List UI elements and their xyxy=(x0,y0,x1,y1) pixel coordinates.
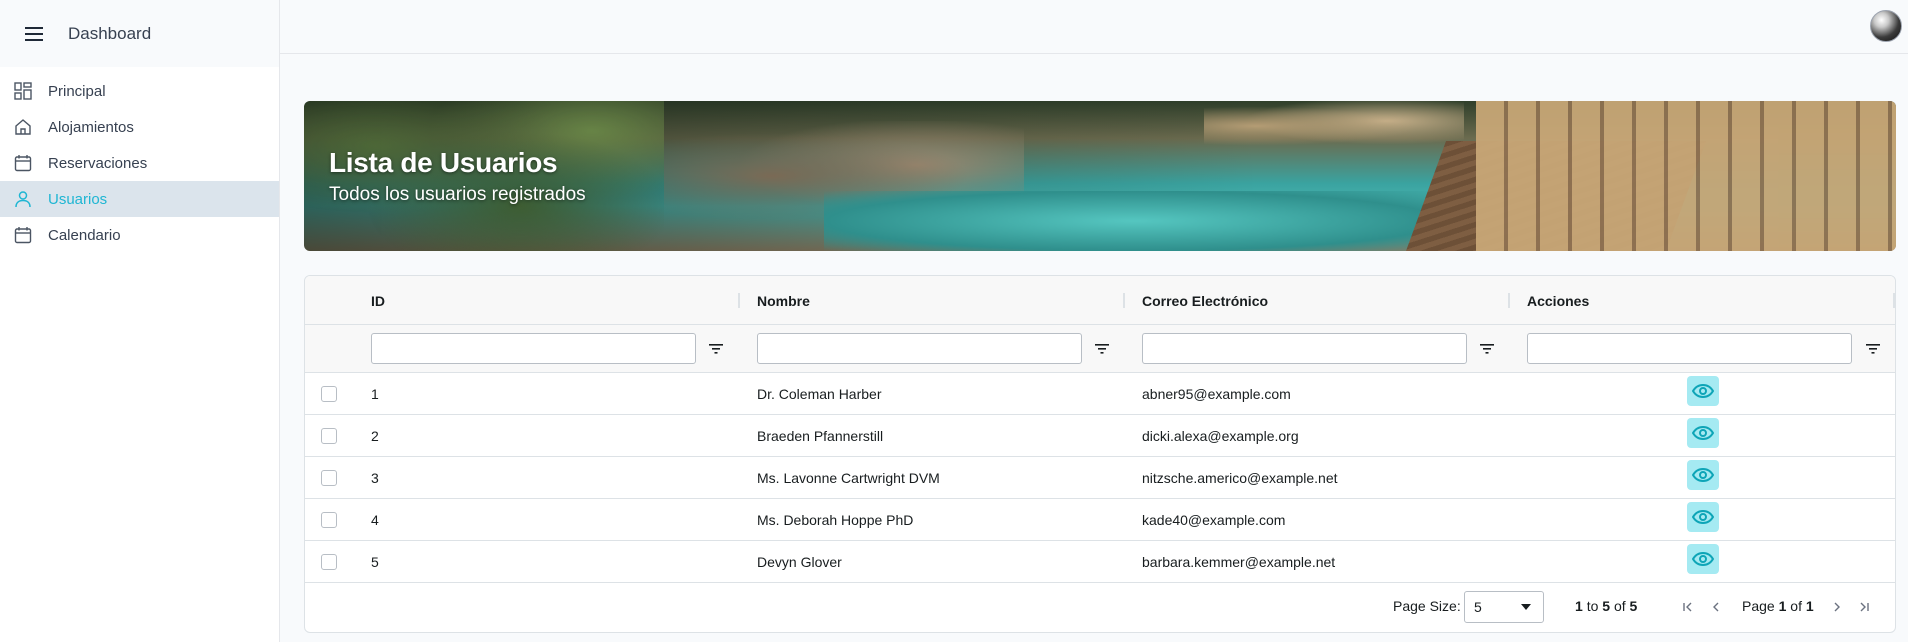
column-header-id[interactable]: ID xyxy=(371,276,385,325)
row-checkbox[interactable] xyxy=(321,386,337,402)
grid-icon xyxy=(14,82,32,100)
row-summary: 1 to 5 of 5 xyxy=(1575,598,1637,614)
column-header-actions[interactable]: Acciones xyxy=(1527,276,1589,325)
page-current: 1 xyxy=(1778,598,1787,614)
row-of-word: of xyxy=(1613,598,1626,614)
table-header: ID Nombre Correo Electrónico Acciones xyxy=(305,276,1895,325)
sidebar-item-calendario[interactable]: Calendario xyxy=(0,217,279,253)
next-page-icon[interactable] xyxy=(1829,599,1845,615)
row-total: 5 xyxy=(1629,598,1638,614)
menu-icon[interactable] xyxy=(22,22,46,46)
page-subtitle: Todos los usuarios registrados xyxy=(329,184,586,205)
column-resize-handle[interactable] xyxy=(1893,293,1895,308)
table-row[interactable]: 1 Dr. Coleman Harber abner95@example.com xyxy=(305,373,1895,415)
row-to: 5 xyxy=(1602,598,1611,614)
users-table: ID Nombre Correo Electrónico Acciones 1 … xyxy=(304,275,1896,633)
eye-icon xyxy=(1692,384,1714,398)
hero-banner: Lista de Usuarios Todos los usuarios reg… xyxy=(304,101,1896,251)
filter-input-id[interactable] xyxy=(371,333,696,364)
page-size-value: 5 xyxy=(1474,599,1482,615)
filter-input-name[interactable] xyxy=(757,333,1082,364)
caret-down-icon xyxy=(1521,604,1531,610)
row-checkbox[interactable] xyxy=(321,428,337,444)
sidebar-item-alojamientos[interactable]: Alojamientos xyxy=(0,109,279,145)
page-total: 1 xyxy=(1805,598,1814,614)
sidebar-item-label: Usuarios xyxy=(48,190,108,208)
home-icon xyxy=(14,118,32,136)
row-checkbox[interactable] xyxy=(321,512,337,528)
sidebar-item-label: Reservaciones xyxy=(48,154,148,172)
cell-id: 5 xyxy=(371,554,379,570)
table-row[interactable]: 2 Braeden Pfannerstill dicki.alexa@examp… xyxy=(305,415,1895,457)
column-resize-handle[interactable] xyxy=(1508,293,1510,308)
cell-email: dicki.alexa@example.org xyxy=(1142,428,1299,444)
sidebar-item-usuarios[interactable]: Usuarios xyxy=(0,181,279,217)
filter-input-actions[interactable] xyxy=(1527,333,1852,364)
view-button[interactable] xyxy=(1687,544,1719,574)
page-size-label: Page Size: xyxy=(1393,598,1461,614)
table-row[interactable]: 4 Ms. Deborah Hoppe PhD kade40@example.c… xyxy=(305,499,1895,541)
cell-id: 4 xyxy=(371,512,379,528)
filter-row xyxy=(305,325,1895,373)
filter-icon[interactable] xyxy=(708,341,724,357)
row-checkbox[interactable] xyxy=(321,554,337,570)
sidebar-item-reservaciones[interactable]: Reservaciones xyxy=(0,145,279,181)
column-resize-handle[interactable] xyxy=(738,293,740,308)
sidebar: Dashboard Principal Alojamientos Reserva… xyxy=(0,0,280,642)
row-to-word: to xyxy=(1586,598,1599,614)
page-of-word: of xyxy=(1790,598,1802,614)
user-icon xyxy=(14,190,32,208)
table-row[interactable]: 5 Devyn Glover barbara.kemmer@example.ne… xyxy=(305,541,1895,583)
first-page-icon[interactable] xyxy=(1680,599,1696,615)
filter-icon[interactable] xyxy=(1479,341,1495,357)
filter-icon[interactable] xyxy=(1094,341,1110,357)
cell-id: 3 xyxy=(371,470,379,486)
page-indicator: Page 1 of 1 xyxy=(1742,598,1814,614)
sidebar-item-label: Alojamientos xyxy=(48,118,134,136)
cell-email: nitzsche.americo@example.net xyxy=(1142,470,1338,486)
eye-icon xyxy=(1692,510,1714,524)
view-button[interactable] xyxy=(1687,418,1719,448)
calendar-icon xyxy=(14,226,32,244)
cell-id: 2 xyxy=(371,428,379,444)
row-from: 1 xyxy=(1575,598,1583,614)
view-button[interactable] xyxy=(1687,460,1719,490)
page-size-select[interactable]: 5 xyxy=(1464,591,1544,623)
sidebar-header: Dashboard xyxy=(0,0,279,67)
pagination-bar: Page Size: 5 1 to 5 of 5 Page 1 of 1 xyxy=(305,583,1895,632)
cell-email: barbara.kemmer@example.net xyxy=(1142,554,1336,570)
column-header-name[interactable]: Nombre xyxy=(757,276,810,325)
cell-email: kade40@example.com xyxy=(1142,512,1286,528)
topbar xyxy=(280,0,1908,54)
eye-icon xyxy=(1692,468,1714,482)
column-header-email[interactable]: Correo Electrónico xyxy=(1142,276,1268,325)
sidebar-nav: Principal Alojamientos Reservaciones Usu… xyxy=(0,73,279,253)
view-button[interactable] xyxy=(1687,376,1719,406)
view-button[interactable] xyxy=(1687,502,1719,532)
cell-email: abner95@example.com xyxy=(1142,386,1291,402)
sidebar-item-label: Calendario xyxy=(48,226,121,244)
previous-page-icon[interactable] xyxy=(1708,599,1724,615)
cell-name: Ms. Deborah Hoppe PhD xyxy=(757,512,914,528)
last-page-icon[interactable] xyxy=(1856,599,1872,615)
column-resize-handle[interactable] xyxy=(1123,293,1125,308)
eye-icon xyxy=(1692,552,1714,566)
row-checkbox[interactable] xyxy=(321,470,337,486)
page-word: Page xyxy=(1742,598,1775,614)
calendar-icon xyxy=(14,154,32,172)
cell-name: Braeden Pfannerstill xyxy=(757,428,884,444)
page-title: Lista de Usuarios xyxy=(329,147,558,178)
sidebar-item-label: Principal xyxy=(48,82,106,100)
filter-input-email[interactable] xyxy=(1142,333,1467,364)
sidebar-item-principal[interactable]: Principal xyxy=(0,73,279,109)
cell-id: 1 xyxy=(371,386,379,402)
avatar[interactable] xyxy=(1870,10,1902,42)
cell-name: Ms. Lavonne Cartwright DVM xyxy=(757,470,940,486)
table-row[interactable]: 3 Ms. Lavonne Cartwright DVM nitzsche.am… xyxy=(305,457,1895,499)
filter-icon[interactable] xyxy=(1865,341,1881,357)
cell-name: Devyn Glover xyxy=(757,554,842,570)
eye-icon xyxy=(1692,426,1714,440)
cell-name: Dr. Coleman Harber xyxy=(757,386,882,402)
brand-title: Dashboard xyxy=(68,23,152,43)
